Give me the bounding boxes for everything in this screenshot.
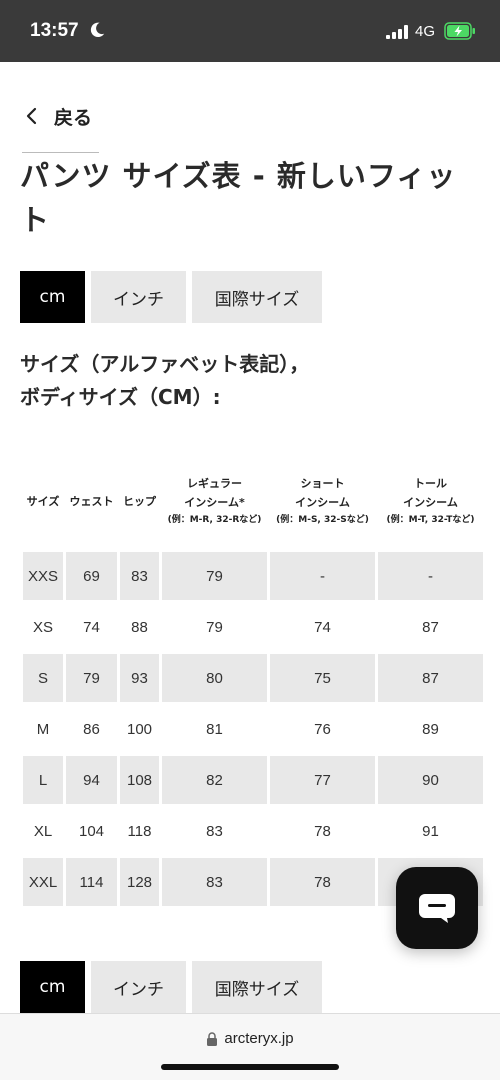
cell-tall: 90 <box>378 756 483 804</box>
header-tall-line1: トール <box>414 476 447 490</box>
cell-size: M <box>36 720 50 738</box>
cell-size: XXS <box>23 552 63 600</box>
cell-regular: 79 <box>162 552 267 600</box>
section-heading-line1: サイズ（アルファベット表記）， <box>20 352 310 376</box>
cell-size: L <box>23 756 63 804</box>
cell-hip: 118 <box>127 822 152 840</box>
url-content: arcteryx.jp <box>0 1030 500 1047</box>
tab-international[interactable]: 国際サイズ <box>192 271 322 323</box>
section-heading-line2: ボディサイズ（CM）: <box>20 385 221 409</box>
header-hip: ヒップ <box>123 494 156 508</box>
header-short-note: (例：M-S, 32-Sなど) <box>276 514 369 525</box>
cell-waist: 94 <box>66 756 117 804</box>
status-bar: 13:57 4G <box>0 0 500 62</box>
cell-waist: 79 <box>66 654 117 702</box>
chat-button[interactable] <box>396 867 478 949</box>
cell-short: 78 <box>314 822 331 840</box>
url-text: arcteryx.jp <box>224 1030 294 1047</box>
cell-hip: 108 <box>120 756 159 804</box>
cell-size: S <box>23 654 63 702</box>
table-row: XXS 69 83 79 - - <box>23 552 483 600</box>
back-underline <box>22 152 99 153</box>
status-time: 13:57 <box>30 20 79 41</box>
cell-regular: 81 <box>206 720 223 738</box>
signal-icon <box>386 25 408 39</box>
cell-hip: 83 <box>120 552 159 600</box>
network-label: 4G <box>415 23 436 40</box>
cell-short: 75 <box>270 654 375 702</box>
cell-waist: 104 <box>78 822 105 840</box>
cell-tall: 87 <box>422 618 439 636</box>
cell-hip: 100 <box>126 720 153 738</box>
cell-waist: 114 <box>66 858 117 906</box>
cell-regular: 83 <box>162 858 267 906</box>
unit-tabs-top: cm インチ 国際サイズ <box>20 271 322 323</box>
chat-bubble-icon <box>419 894 455 923</box>
cell-regular: 79 <box>206 618 223 636</box>
cell-waist: 69 <box>66 552 117 600</box>
cell-hip: 93 <box>120 654 159 702</box>
cell-tall: 91 <box>422 822 439 840</box>
header-short-line2: インシーム <box>295 495 350 509</box>
table-row: L 94 108 82 77 90 <box>23 756 483 804</box>
cell-waist: 86 <box>83 720 100 738</box>
cell-tall: 89 <box>422 720 439 738</box>
back-button[interactable]: 戻る <box>22 98 92 134</box>
cell-size: XL <box>33 822 53 840</box>
cell-regular: 83 <box>206 822 223 840</box>
cell-size: XXL <box>23 858 63 906</box>
cell-short: 77 <box>270 756 375 804</box>
size-table: サイズ ウェスト ヒップ レギュラー インシーム* (例：M-R, 32-Rなど… <box>20 450 486 909</box>
header-short-line1: ショート <box>300 476 345 490</box>
table-row: XL 104 118 83 78 91 <box>23 807 483 855</box>
browser-url-bar[interactable]: arcteryx.jp <box>0 1013 500 1080</box>
table-row: M 86 100 81 76 89 <box>23 705 483 753</box>
cell-tall: - <box>378 552 483 600</box>
cell-waist: 74 <box>83 618 100 636</box>
home-indicator <box>161 1064 339 1070</box>
cell-short: 76 <box>314 720 331 738</box>
table-header-row: サイズ ウェスト ヒップ レギュラー インシーム* (例：M-R, 32-Rなど… <box>23 453 483 549</box>
cell-hip: 88 <box>131 618 148 636</box>
cell-size: XS <box>32 618 53 636</box>
header-regular-inseam: レギュラー インシーム* (例：M-R, 32-Rなど) <box>162 453 267 549</box>
cell-hip: 128 <box>120 858 159 906</box>
moon-icon <box>90 22 105 38</box>
unit-tabs-bottom: cm インチ 国際サイズ <box>20 961 322 1013</box>
cell-short: 74 <box>314 618 331 636</box>
header-tall-inseam: トール インシーム (例：M-T, 32-Tなど) <box>378 453 483 549</box>
header-regular-line1: レギュラー <box>187 476 242 490</box>
page-title: パンツ サイズ表 - 新しいフィット <box>20 159 457 237</box>
battery-charging-icon <box>444 22 475 40</box>
header-tall-line2: インシーム <box>403 495 458 509</box>
header-short-inseam: ショート インシーム (例：M-S, 32-Sなど) <box>270 453 375 549</box>
section-heading: サイズ（アルファベット表記）， ボディサイズ（CM）: <box>20 348 480 414</box>
cell-short: 78 <box>270 858 375 906</box>
cell-regular: 80 <box>162 654 267 702</box>
header-waist: ウェスト <box>69 494 114 508</box>
lock-icon <box>207 1031 218 1046</box>
chevron-left-icon <box>26 107 37 125</box>
tab-cm[interactable]: cm <box>20 271 85 323</box>
header-regular-line2: インシーム* <box>184 495 245 509</box>
tab-inch[interactable]: インチ <box>91 961 186 1013</box>
tab-cm[interactable]: cm <box>20 961 85 1013</box>
table-row: XS 74 88 79 74 87 <box>23 603 483 651</box>
table-row: S 79 93 80 75 87 <box>23 654 483 702</box>
cell-short: - <box>270 552 375 600</box>
header-size: サイズ <box>26 494 60 508</box>
header-regular-note: (例：M-R, 32-Rなど) <box>167 514 262 525</box>
tab-inch[interactable]: インチ <box>91 271 186 323</box>
header-tall-note: (例：M-T, 32-Tなど) <box>386 514 475 525</box>
cell-tall: 87 <box>378 654 483 702</box>
cell-regular: 82 <box>162 756 267 804</box>
tab-international[interactable]: 国際サイズ <box>192 961 322 1013</box>
back-label: 戻る <box>54 106 93 129</box>
